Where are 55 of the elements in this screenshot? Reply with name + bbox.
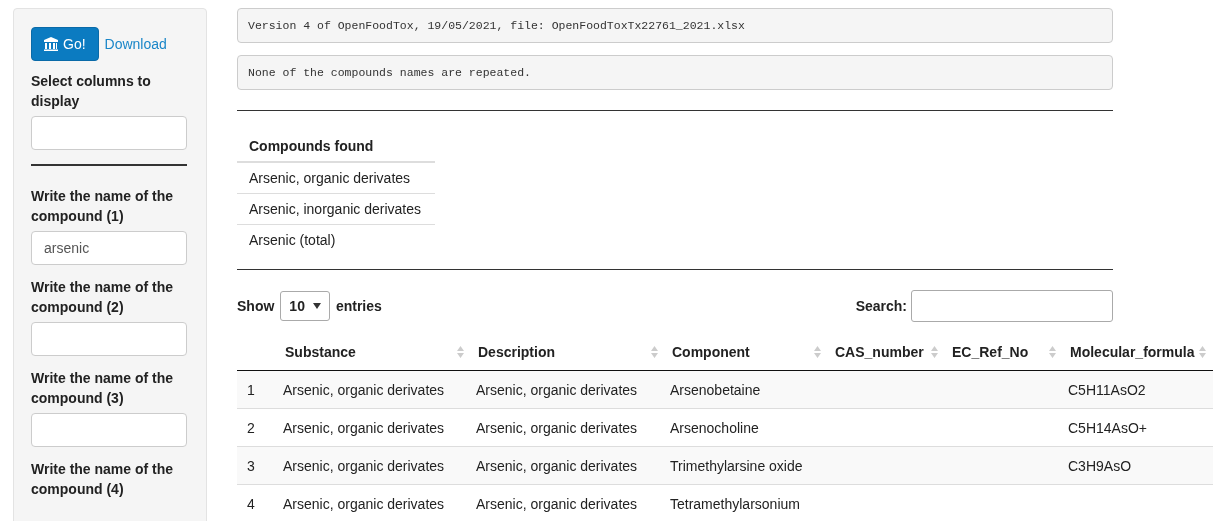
entries-label: entries (335, 298, 382, 314)
table-cell-text: 3 (246, 456, 256, 476)
column-header[interactable]: Substance (273, 334, 466, 370)
table-cell-text: 4 (246, 494, 256, 514)
table-cell-text: Arsenic, organic derivates (475, 456, 639, 476)
column-header[interactable]: Component (660, 334, 823, 370)
caret-icon (312, 303, 321, 309)
search-field[interactable] (911, 290, 1113, 322)
search-label: Search: (855, 298, 907, 314)
table-cell-text: C5H14AsO+ (1067, 418, 1148, 438)
field-label: Select columns to display (31, 72, 152, 111)
table-cell-text: Arsenocholine (669, 418, 760, 438)
sort-icon[interactable] (1199, 346, 1206, 358)
download-link[interactable]: Download (104, 36, 167, 52)
message-box: Version 4 of OpenFoodTox, 19/05/2021, file: OpenFoodToxTx22761_2021.xlsx (237, 8, 1113, 43)
table-cell: Arsenic, inorganic derivates (237, 194, 435, 225)
table-cell-text: 1 (246, 380, 256, 400)
show-label: Show (237, 298, 275, 314)
sort-icon[interactable] (457, 346, 464, 358)
column-header[interactable]: Molecular_formula (1058, 334, 1208, 370)
field-label: Write the name of the compound (1) (31, 187, 175, 226)
table-cell-text: Arsenic, organic derivates (475, 494, 639, 514)
sort-icon[interactable] (651, 346, 658, 358)
field-label: Write the name of the compound (4) (31, 460, 175, 499)
column-header[interactable]: EC_Ref_No (940, 334, 1058, 370)
table-cell-text: Arsenic, organic derivates (282, 456, 446, 476)
table-cell-text: 2 (246, 418, 256, 438)
input-field[interactable] (31, 322, 187, 356)
sort-icon[interactable] (1049, 346, 1056, 358)
sort-icon[interactable] (931, 346, 938, 358)
table-cell-text: Arsenic, organic derivates (282, 418, 446, 438)
go-button[interactable]: Go! (31, 27, 99, 61)
table-cell-text: Arsenic, organic derivates (475, 380, 639, 400)
field-label: Write the name of the compound (3) (31, 369, 175, 408)
table-cell-text: C5H11AsO2 (1067, 380, 1147, 400)
table-cell-text: Tetramethylarsonium (669, 494, 801, 514)
sort-icon[interactable] (814, 346, 821, 358)
input-field[interactable] (31, 116, 187, 150)
table-cell-text: C3H9AsO (1067, 456, 1133, 476)
input-field[interactable] (31, 413, 187, 447)
input-field[interactable]: arsenic (31, 231, 187, 265)
table-cell-text: Arsenic, organic derivates (282, 494, 446, 514)
column-header: Compounds found (237, 131, 435, 163)
table-cell-text: Trimethylarsine oxide (669, 456, 804, 476)
table-cell-text: Arsenobetaine (669, 380, 762, 400)
table-cell-text: Arsenic, organic derivates (475, 418, 639, 438)
table-cell-text: Arsenic (total) (248, 231, 337, 250)
building-icon (44, 37, 58, 51)
field-label: Write the name of the compound (2) (31, 278, 175, 317)
entries-select[interactable]: 10 (280, 291, 330, 321)
message-box: None of the compounds names are repeated. (237, 55, 1113, 90)
column-header[interactable]: Description (466, 334, 660, 370)
table-cell-text: Arsenic, organic derivates (282, 380, 446, 400)
table-cell: Arsenic, organic derivates (237, 163, 435, 194)
column-header[interactable]: CAS_number (823, 334, 940, 370)
